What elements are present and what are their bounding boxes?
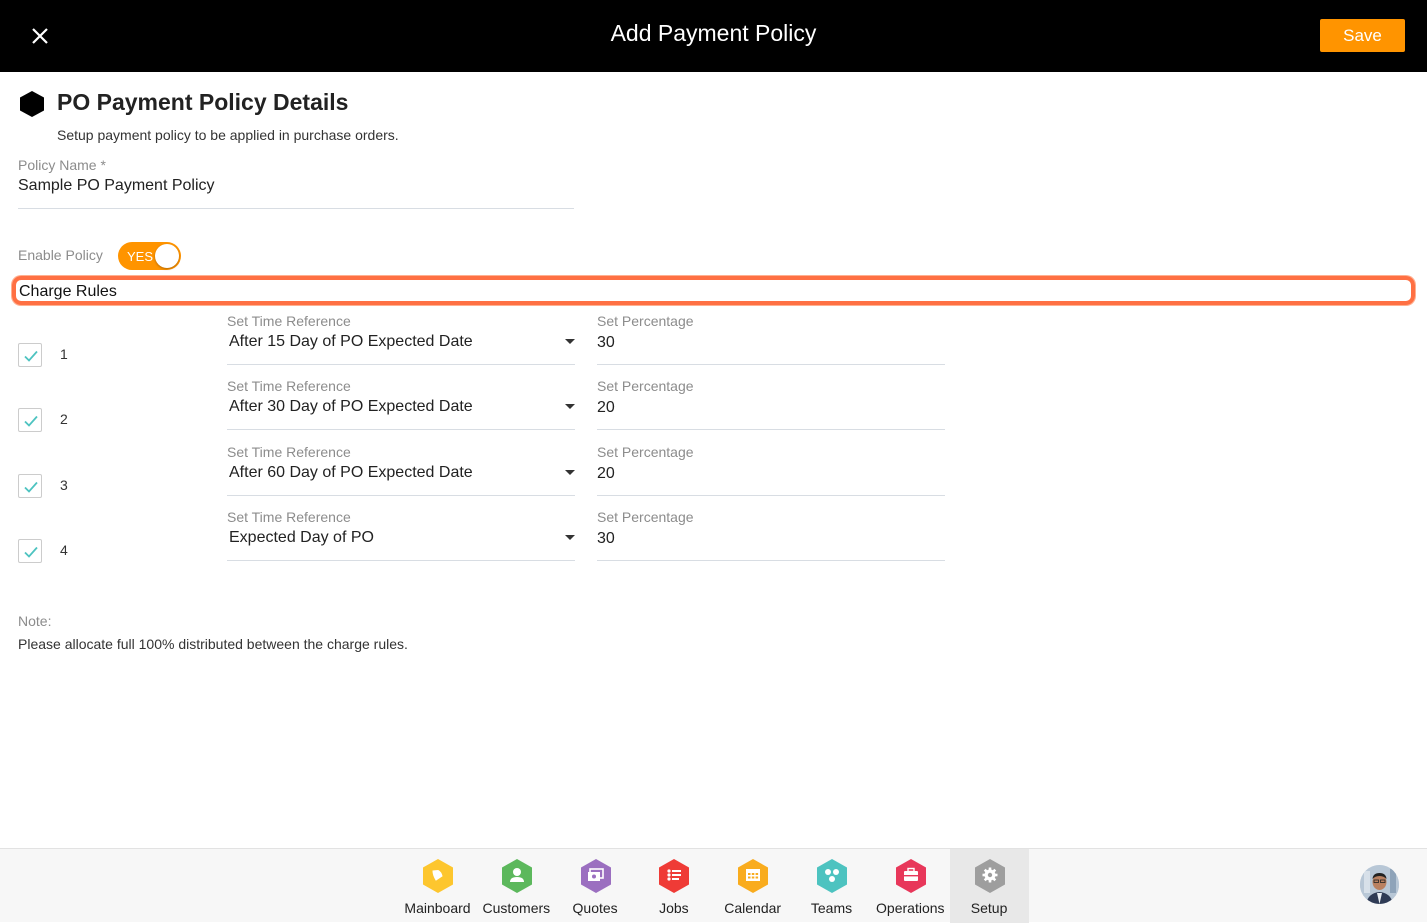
percentage-value: 20 [597, 465, 615, 482]
note-text: Please allocate full 100% distributed be… [18, 636, 408, 652]
time-reference-select[interactable]: After 15 Day of PO Expected Date [227, 321, 575, 365]
nav-label: Setup [970, 900, 1008, 916]
nav-item-mainboard[interactable]: Mainboard [398, 849, 477, 923]
section-subtitle: Setup payment policy to be applied in pu… [57, 127, 399, 143]
enable-policy-label: Enable Policy [18, 247, 103, 263]
bottom-nav: Mainboard Customers Quotes Jobs Calendar [0, 848, 1427, 923]
setup-icon [974, 859, 1005, 893]
calendar-icon [738, 859, 769, 893]
customers-icon [501, 859, 532, 893]
chevron-down-icon [565, 535, 575, 540]
check-icon [24, 415, 38, 427]
nav-item-operations[interactable]: Operations [871, 849, 950, 923]
policy-name-label: Policy Name * [18, 157, 106, 173]
jobs-icon [659, 859, 690, 893]
avatar-image [1360, 865, 1399, 904]
nav-item-jobs[interactable]: Jobs [634, 849, 713, 923]
time-reference-value: Expected Day of PO [229, 529, 374, 546]
chevron-down-icon [565, 339, 575, 344]
rule-number: 3 [60, 477, 68, 493]
time-reference-select[interactable]: Expected Day of PO [227, 517, 575, 561]
user-avatar[interactable] [1360, 865, 1399, 904]
teams-icon [817, 859, 847, 893]
section-title: PO Payment Policy Details [57, 89, 349, 115]
rule-checkbox[interactable] [18, 539, 42, 563]
note-label: Note: [18, 613, 52, 629]
time-reference-value: After 60 Day of PO Expected Date [229, 464, 473, 481]
top-bar: Add Payment Policy Save [0, 0, 1427, 72]
time-reference-value: After 15 Day of PO Expected Date [229, 333, 473, 350]
nav-item-setup[interactable]: Setup [949, 849, 1029, 923]
time-reference-select[interactable]: After 30 Day of PO Expected Date [227, 386, 575, 430]
check-icon [24, 481, 38, 493]
rule-checkbox[interactable] [18, 408, 42, 432]
chevron-down-icon [565, 470, 575, 475]
save-button[interactable]: Save [1320, 19, 1405, 52]
toggle-text: YES [127, 249, 154, 264]
percentage-input[interactable]: 20 [597, 452, 945, 496]
enable-policy-toggle[interactable]: YES [118, 242, 181, 270]
nav-item-quotes[interactable]: Quotes [556, 849, 635, 923]
check-icon [24, 350, 38, 362]
nav-item-customers[interactable]: Customers [477, 849, 556, 923]
time-reference-select[interactable]: After 60 Day of PO Expected Date [227, 452, 575, 496]
percentage-value: 30 [597, 334, 615, 351]
toggle-knob [155, 244, 179, 268]
rule-checkbox[interactable] [18, 474, 42, 498]
hexagon-icon [20, 91, 44, 117]
nav-item-calendar[interactable]: Calendar [713, 849, 792, 923]
rule-number: 1 [60, 346, 68, 362]
time-reference-value: After 30 Day of PO Expected Date [229, 398, 473, 415]
percentage-value: 30 [597, 530, 615, 547]
page-title: Add Payment Policy [610, 20, 817, 46]
rule-number: 2 [60, 411, 68, 427]
charge-rules-title: Charge Rules [19, 283, 117, 300]
percentage-input[interactable]: 30 [597, 517, 945, 561]
percentage-value: 20 [597, 399, 615, 416]
rule-number: 4 [60, 542, 68, 558]
check-icon [24, 546, 38, 558]
policy-name-input[interactable]: Sample PO Payment Policy [18, 177, 574, 209]
quotes-icon [580, 859, 611, 893]
chevron-down-icon [565, 404, 575, 409]
percentage-input[interactable]: 20 [597, 386, 945, 430]
rule-checkbox[interactable] [18, 343, 42, 367]
operations-icon [895, 859, 926, 893]
percentage-input[interactable]: 30 [597, 321, 945, 365]
mainboard-icon [423, 859, 453, 893]
nav-item-teams[interactable]: Teams [792, 849, 871, 923]
charge-rules-heading[interactable]: Charge Rules [12, 276, 1415, 305]
